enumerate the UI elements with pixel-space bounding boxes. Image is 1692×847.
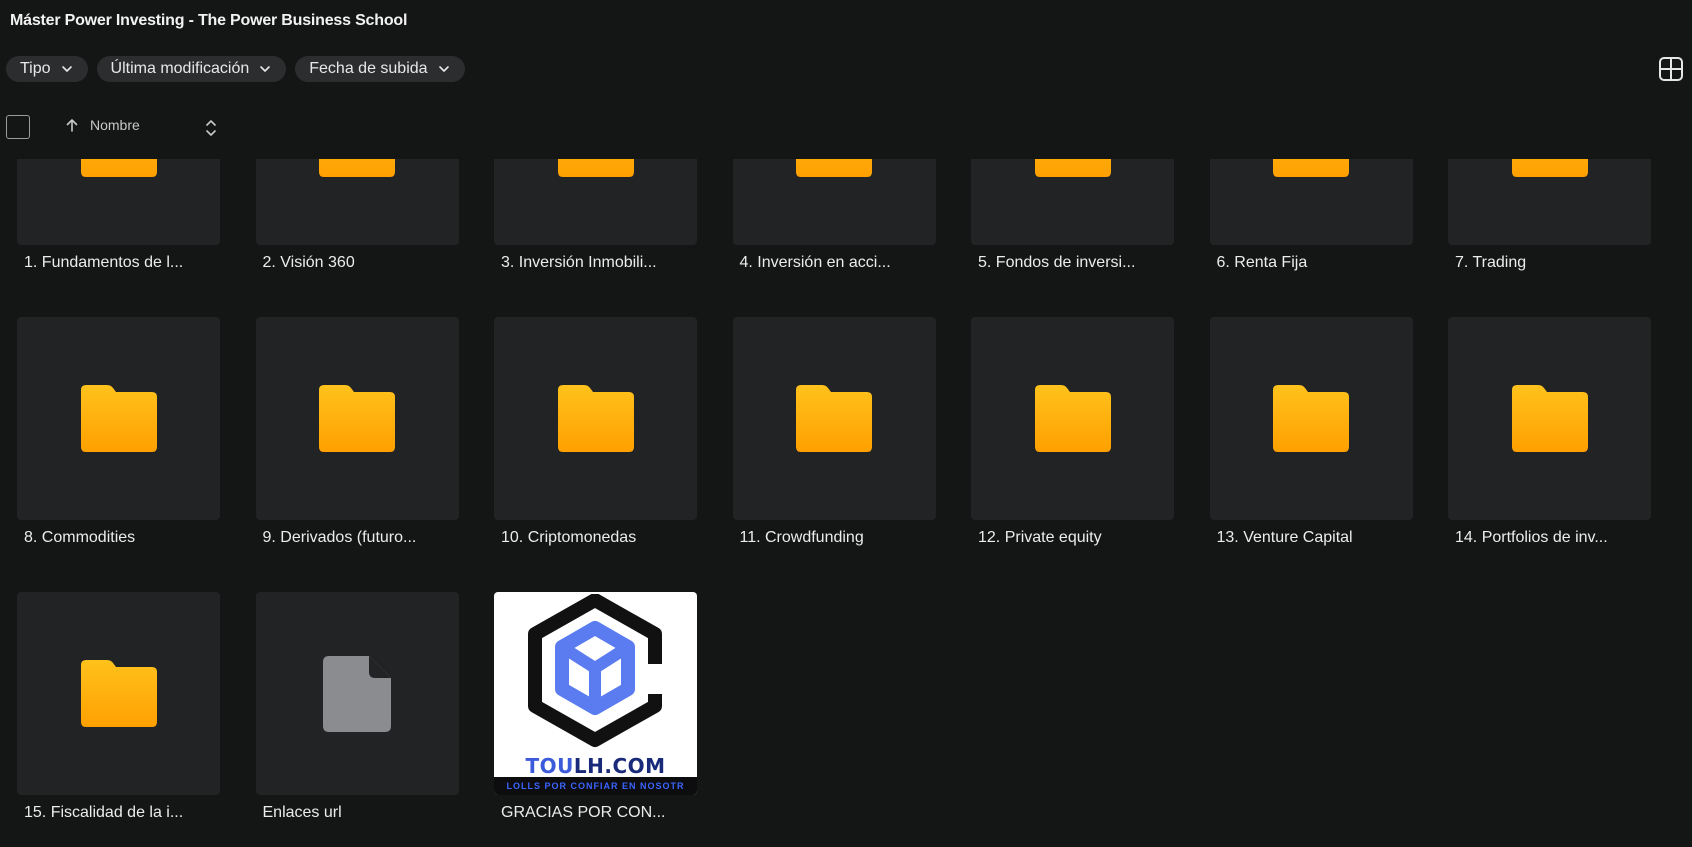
folder-item[interactable]: 11. Crowdfunding xyxy=(732,317,936,592)
folder-icon xyxy=(1034,159,1111,177)
sort-label: Nombre xyxy=(90,117,140,133)
item-name: 13. Venture Capital xyxy=(1216,529,1353,546)
chevron-down-icon xyxy=(260,66,271,72)
grid-view-toggle[interactable] xyxy=(1658,56,1684,82)
folder-icon xyxy=(319,385,395,452)
folder-icon xyxy=(1511,159,1588,177)
item-name: 7. Trading xyxy=(1455,254,1527,271)
folder-thumbnail xyxy=(1448,317,1651,520)
folder-item[interactable]: 9. Derivados (futuro... xyxy=(255,317,459,592)
item-name: Enlaces url xyxy=(262,804,342,821)
folder-thumbnail xyxy=(1448,159,1651,245)
folder-icon xyxy=(1511,385,1588,452)
folder-thumbnail xyxy=(971,159,1174,245)
grid-view-icon xyxy=(1659,57,1683,81)
folder-item[interactable]: 15. Fiscalidad de la i... xyxy=(17,592,220,847)
folder-item[interactable]: 7. Trading xyxy=(1448,159,1651,317)
folder-thumbnail xyxy=(732,317,936,520)
thumbnail-caption-strip: LOLLS POR CONFIAR EN NOSOTR xyxy=(494,777,697,795)
folder-item[interactable]: 2. Visión 360 xyxy=(255,159,459,317)
item-name: 14. Portfolios de inv... xyxy=(1455,529,1608,546)
item-name: 10. Criptomonedas xyxy=(501,529,637,546)
folder-item[interactable]: 3. Inversión Inmobili... xyxy=(494,159,697,317)
item-name: 12. Private equity xyxy=(978,529,1102,546)
folder-icon xyxy=(796,385,872,452)
folder-thumbnail xyxy=(17,592,220,795)
image-thumbnail: TOULH.COM LOLLS POR CONFIAR EN NOSOTR xyxy=(494,592,697,795)
select-all-checkbox[interactable] xyxy=(6,115,30,139)
folder-icon xyxy=(80,159,157,177)
folder-thumbnail xyxy=(17,159,220,245)
item-name: 11. Crowdfunding xyxy=(739,529,864,546)
file-thumbnail xyxy=(255,592,459,795)
item-name: 2. Visión 360 xyxy=(262,254,355,271)
folder-thumbnail xyxy=(255,159,459,245)
folder-thumbnail xyxy=(494,317,697,520)
folder-item[interactable]: 6. Renta Fija xyxy=(1209,159,1413,317)
folder-item[interactable]: 1. Fundamentos de l... xyxy=(17,159,220,317)
folder-icon xyxy=(557,385,634,452)
folder-item[interactable]: 4. Inversión en acci... xyxy=(732,159,936,317)
folder-thumbnail xyxy=(971,317,1174,520)
folder-item[interactable]: 5. Fondos de inversi... xyxy=(971,159,1174,317)
folder-icon xyxy=(80,385,157,452)
file-item[interactable]: Enlaces url xyxy=(255,592,459,847)
item-name: 6. Renta Fija xyxy=(1216,254,1308,271)
folder-item[interactable]: 14. Portfolios de inv... xyxy=(1448,317,1651,592)
folder-icon xyxy=(319,159,395,177)
arrow-up-icon xyxy=(66,119,78,132)
item-name: 5. Fondos de inversi... xyxy=(978,254,1136,271)
filter-type-label: Tipo xyxy=(20,60,51,77)
item-name: 3. Inversión Inmobili... xyxy=(501,254,657,271)
folder-thumbnail xyxy=(494,159,697,245)
folder-item[interactable]: 13. Venture Capital xyxy=(1209,317,1413,592)
sort-by-name-button[interactable]: Nombre xyxy=(64,117,140,133)
folder-icon xyxy=(557,159,634,177)
toulh-logo-icon xyxy=(528,594,666,747)
brand-text: TOULH.COM xyxy=(494,754,697,778)
folder-item[interactable]: 8. Commodities xyxy=(17,317,220,592)
page-title: Máster Power Investing - The Power Busin… xyxy=(10,12,408,29)
folder-item[interactable]: 10. Criptomonedas xyxy=(494,317,697,592)
filter-modified-label: Última modificación xyxy=(110,60,250,77)
folder-thumbnail xyxy=(255,317,459,520)
filter-type-chip[interactable]: Tipo xyxy=(6,56,88,82)
item-name: 4. Inversión en acci... xyxy=(739,254,891,271)
file-icon xyxy=(323,655,391,732)
chevron-down-icon xyxy=(438,66,449,72)
sort-bar: Nombre xyxy=(6,115,226,141)
folder-icon xyxy=(80,660,157,727)
folder-thumbnail xyxy=(1209,317,1413,520)
file-grid: 1. Fundamentos de l... 2. Visión 360 3. … xyxy=(0,159,1692,847)
filter-modified-chip[interactable]: Última modificación xyxy=(96,56,287,82)
folder-thumbnail xyxy=(1209,159,1413,245)
item-name: 1. Fundamentos de l... xyxy=(24,254,184,271)
item-name: GRACIAS POR CON... xyxy=(501,804,666,821)
folder-icon xyxy=(1273,385,1349,452)
brand-part2: LH.COM xyxy=(573,754,666,778)
folder-icon xyxy=(1273,159,1349,177)
folder-thumbnail xyxy=(732,159,936,245)
chevron-down-icon xyxy=(61,66,72,72)
item-name: 15. Fiscalidad de la i... xyxy=(24,804,184,821)
image-item[interactable]: TOULH.COM LOLLS POR CONFIAR EN NOSOTR GR… xyxy=(494,592,697,847)
item-name: 8. Commodities xyxy=(24,529,136,546)
filter-upload-date-chip[interactable]: Fecha de subida xyxy=(295,56,465,82)
folder-item[interactable]: 12. Private equity xyxy=(971,317,1174,592)
brand-part1: TOU xyxy=(525,754,574,778)
folder-icon xyxy=(796,159,872,177)
item-name: 9. Derivados (futuro... xyxy=(262,529,417,546)
sort-updown-icon[interactable] xyxy=(204,118,218,138)
filter-bar: Tipo Última modificación Fecha de subida xyxy=(6,56,465,82)
filter-upload-date-label: Fecha de subida xyxy=(309,60,428,77)
folder-icon xyxy=(1034,385,1111,452)
folder-thumbnail xyxy=(17,317,220,520)
